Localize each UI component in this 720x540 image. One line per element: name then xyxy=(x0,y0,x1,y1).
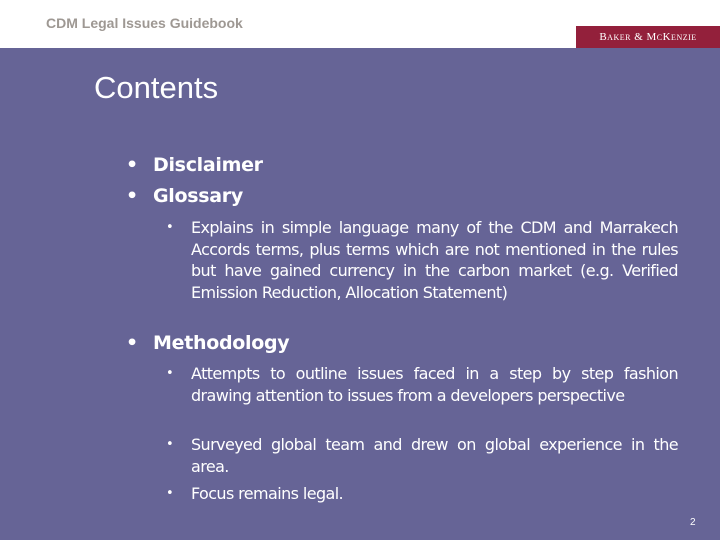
list-item-label: Glossary xyxy=(153,185,243,207)
sub-list-item: • Surveyed global team and drew on globa… xyxy=(166,434,679,477)
bullet-icon: • xyxy=(166,220,174,235)
list-item-glossary: • Glossary xyxy=(126,185,243,207)
sub-list-item-text: Explains in simple language many of the … xyxy=(191,218,679,302)
sub-list-item: • Focus remains legal. xyxy=(166,483,678,505)
bullet-icon: • xyxy=(166,366,174,381)
page-number: 2 xyxy=(690,517,696,528)
bullet-icon: • xyxy=(166,486,174,501)
company-logo: Baker & McKenzie xyxy=(576,26,720,48)
list-item-label: Disclaimer xyxy=(153,154,263,176)
bullet-icon: • xyxy=(126,332,138,354)
company-logo-text: Baker & McKenzie xyxy=(599,31,697,43)
sub-list-item: • Attempts to outline issues faced in a … xyxy=(166,363,679,406)
slide-title: Contents xyxy=(94,70,219,105)
sub-list-item: • Explains in simple language many of th… xyxy=(166,217,679,303)
sub-list-item-text: Attempts to outline issues faced in a st… xyxy=(191,364,679,405)
bullet-icon: • xyxy=(126,154,138,176)
list-item-disclaimer: • Disclaimer xyxy=(126,154,263,176)
list-item-label: Methodology xyxy=(153,332,290,354)
header-bar: CDM Legal Issues Guidebook Baker & McKen… xyxy=(0,0,720,48)
bullet-icon: • xyxy=(126,185,138,207)
document-title: CDM Legal Issues Guidebook xyxy=(46,15,243,31)
bullet-icon: • xyxy=(166,437,174,452)
list-item-methodology: • Methodology xyxy=(126,332,290,354)
sub-list-item-text: Surveyed global team and drew on global … xyxy=(191,435,679,476)
sub-list-item-text: Focus remains legal. xyxy=(191,484,344,503)
